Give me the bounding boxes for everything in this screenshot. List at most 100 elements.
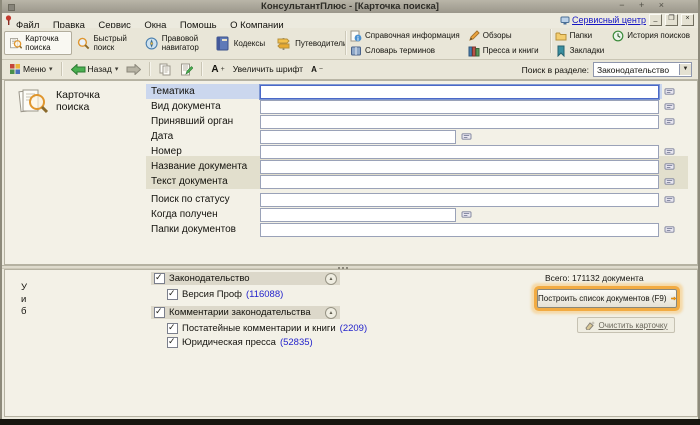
edit-document-button[interactable] bbox=[176, 61, 197, 78]
copy-icon bbox=[159, 63, 172, 76]
build-list-button[interactable]: Построить список документов (F9) bbox=[537, 289, 677, 308]
issuing-authority-input[interactable] bbox=[260, 115, 659, 129]
search-card-large-icon bbox=[17, 87, 49, 117]
nav-separator bbox=[149, 62, 151, 76]
field-row: Текст документа bbox=[151, 175, 691, 189]
date-input[interactable] bbox=[260, 130, 456, 144]
edit-document-icon bbox=[180, 63, 193, 76]
doc-count: (52835) bbox=[280, 337, 313, 348]
toolbar-search-card-button[interactable]: Карточка поиска bbox=[4, 31, 72, 55]
panel-title: Карточка поиска bbox=[56, 87, 100, 117]
field-dictionary-icon[interactable] bbox=[664, 147, 675, 156]
field-dictionary-icon[interactable] bbox=[461, 132, 472, 141]
checkbox-checked-icon[interactable] bbox=[167, 337, 178, 348]
toolbar-guides-button[interactable]: Путеводители bbox=[270, 31, 342, 55]
menu-bar: Файл Правка Сервис Окна Помощь О Компани… bbox=[2, 13, 698, 29]
font-decrease-button[interactable]: A− bbox=[307, 63, 327, 76]
books-icon bbox=[468, 45, 480, 57]
font-increase-button[interactable]: A+ bbox=[207, 62, 228, 77]
tree-group-commentaries[interactable]: Комментарии законодательства bbox=[151, 306, 340, 319]
number-input[interactable] bbox=[260, 145, 659, 159]
received-date-input[interactable] bbox=[260, 208, 456, 222]
font-size-label: Увеличить шрифт bbox=[229, 62, 307, 76]
search-section-label: Поиск в разделе: bbox=[522, 65, 589, 75]
tree-group-legislation[interactable]: Законодательство bbox=[151, 272, 340, 285]
field-row: Дата bbox=[151, 130, 691, 144]
tree-item-article-comments[interactable]: Постатейные комментарии и книги (2209) bbox=[151, 322, 351, 335]
nav-separator bbox=[201, 62, 203, 76]
copy-button[interactable] bbox=[155, 61, 176, 78]
field-dictionary-icon[interactable] bbox=[664, 117, 675, 126]
toolbar-quick-search-button[interactable]: Быстрый поиск bbox=[72, 31, 140, 55]
doc-text-input[interactable] bbox=[260, 175, 659, 189]
tree-item-version-prof[interactable]: Версия Проф (116088) bbox=[151, 288, 351, 301]
doc-count: (116088) bbox=[246, 289, 283, 300]
tree-item-legal-press[interactable]: Юридическая пресса (52835) bbox=[151, 336, 351, 349]
checkbox-checked-icon[interactable] bbox=[154, 307, 165, 318]
field-row: Название документа bbox=[151, 160, 691, 174]
window-controls[interactable]: − + × bbox=[619, 0, 670, 10]
clear-card-button[interactable]: Очистить карточку bbox=[577, 317, 675, 333]
tematika-input[interactable] bbox=[260, 85, 659, 99]
doc-title-input[interactable] bbox=[260, 160, 659, 174]
checkbox-checked-icon[interactable] bbox=[167, 289, 178, 300]
field-dictionary-icon[interactable] bbox=[664, 195, 675, 204]
app-window: КонсультантПлюс - [Карточка поиска] − + … bbox=[0, 0, 700, 419]
service-center-icon bbox=[560, 16, 570, 25]
chevron-down-icon[interactable]: ▼ bbox=[679, 64, 691, 75]
search-card-panel: Карточка поиска Тематика Вид документа П… bbox=[4, 80, 698, 265]
collapse-up-icon[interactable] bbox=[325, 307, 337, 319]
info-page-icon: i bbox=[350, 30, 362, 42]
field-row: Номер bbox=[151, 145, 691, 159]
pencil-icon bbox=[468, 30, 480, 42]
menu-dropdown-button[interactable]: Меню bbox=[5, 61, 57, 77]
dictionary-icon bbox=[350, 45, 362, 57]
toolbar-legal-navigator-button[interactable]: Правовой навигатор bbox=[140, 31, 208, 55]
toolbar-term-dictionary-button[interactable]: Словарь терминов bbox=[350, 44, 460, 57]
field-dictionary-icon[interactable] bbox=[461, 210, 472, 219]
eraser-icon bbox=[584, 320, 595, 330]
mdi-restore-button[interactable]: ❐ bbox=[665, 14, 678, 26]
title-bar: КонсультантПлюс - [Карточка поиска] − + … bbox=[2, 0, 698, 13]
field-dictionary-icon[interactable] bbox=[664, 162, 675, 171]
status-search-input[interactable] bbox=[260, 193, 659, 207]
folder-icon bbox=[555, 30, 567, 42]
signpost-icon bbox=[275, 35, 292, 52]
service-center-link[interactable]: Сервисный центр bbox=[560, 15, 646, 25]
checkbox-checked-icon[interactable] bbox=[154, 273, 165, 284]
clipped-note: У и б bbox=[21, 282, 35, 318]
field-row: Папки документов bbox=[151, 223, 691, 237]
doc-folders-input[interactable] bbox=[260, 223, 659, 237]
field-row: Тематика bbox=[151, 85, 691, 99]
compass-icon bbox=[145, 35, 158, 52]
field-row: Когда получен bbox=[151, 208, 691, 222]
menu-grid-icon bbox=[9, 63, 21, 75]
mdi-close-button[interactable]: × bbox=[681, 14, 694, 26]
search-card-icon bbox=[9, 35, 22, 52]
doc-type-input[interactable] bbox=[260, 100, 659, 114]
field-dictionary-icon[interactable] bbox=[664, 225, 675, 234]
toolbar-bookmarks-button[interactable]: Закладки bbox=[555, 44, 605, 57]
collapse-up-icon[interactable] bbox=[325, 273, 337, 285]
brand-pin-icon bbox=[5, 15, 12, 25]
toolbar-reference-info-button[interactable]: i Справочная информация bbox=[350, 29, 460, 42]
forward-button[interactable] bbox=[122, 62, 145, 77]
toolbar-separator bbox=[550, 29, 552, 53]
field-dictionary-icon[interactable] bbox=[664, 87, 675, 96]
book-icon bbox=[214, 35, 231, 52]
mdi-minimize-button[interactable]: _ bbox=[649, 14, 662, 26]
back-arrow-icon bbox=[71, 64, 86, 75]
doc-count: (2209) bbox=[340, 323, 367, 334]
toolbar-press-books-button[interactable]: Пресса и книги bbox=[468, 44, 539, 57]
search-section-select[interactable]: Законодательство ▼ bbox=[593, 62, 692, 77]
toolbar-codes-button[interactable]: Кодексы bbox=[209, 31, 270, 55]
toolbar-reviews-button[interactable]: Обзоры bbox=[468, 29, 539, 42]
window-title: КонсультантПлюс - [Карточка поиска] bbox=[2, 1, 698, 12]
field-dictionary-icon[interactable] bbox=[664, 102, 675, 111]
toolbar-search-history-button[interactable]: История поисков bbox=[612, 29, 690, 42]
checkbox-checked-icon[interactable] bbox=[167, 323, 178, 334]
toolbar-folders-button[interactable]: Папки bbox=[555, 29, 605, 42]
bases-tree: Законодательство Версия Проф (116088) Ко… bbox=[151, 272, 351, 350]
back-button[interactable]: Назад bbox=[67, 62, 123, 77]
field-dictionary-icon[interactable] bbox=[664, 177, 675, 186]
